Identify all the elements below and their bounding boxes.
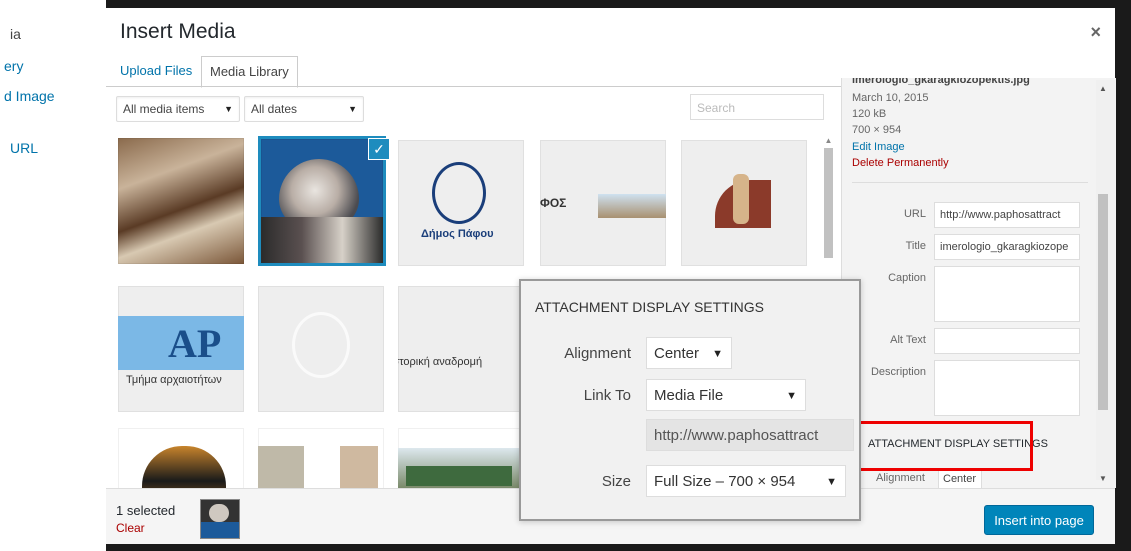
thumbnail-image	[258, 446, 304, 488]
admin-menu-item[interactable]: d Image	[4, 88, 55, 104]
admin-menu-item[interactable]: ery	[4, 58, 23, 74]
attachment-display-settings-popup: ATTACHMENT DISPLAY SETTINGS Alignment Ce…	[519, 279, 861, 521]
media-thumbnail-selected[interactable]	[258, 136, 386, 266]
media-thumbnail[interactable]	[258, 286, 384, 412]
logo-emblem: AP	[168, 321, 222, 366]
logo-emblem	[432, 162, 486, 224]
alignment-select[interactable]: Center ▼	[938, 468, 982, 488]
chevron-down-icon: ▼	[826, 476, 837, 488]
attachment-filename: imerologio_gkaragkiozopektis.jpg	[852, 78, 1030, 86]
edit-image-link[interactable]: Edit Image	[852, 141, 905, 153]
media-thumbnail[interactable]	[118, 428, 244, 488]
media-thumbnail[interactable]	[398, 428, 524, 488]
alignment-select-value: Center	[943, 473, 977, 485]
media-thumbnail[interactable]	[118, 138, 244, 264]
admin-menu-item[interactable]: URL	[10, 140, 38, 156]
admin-menu-background: ia ery d Image URL	[0, 0, 106, 551]
alignment-label: Alignment	[564, 345, 631, 362]
size-label: Size	[601, 473, 631, 490]
tab-media-library[interactable]: Media Library	[201, 56, 298, 88]
search-input[interactable]: Search	[690, 94, 824, 120]
thumbnail-image	[406, 466, 512, 486]
thumbnail-image	[142, 446, 226, 488]
chevron-down-icon: ▼	[712, 348, 723, 360]
admin-menu-item[interactable]: ia	[10, 26, 21, 42]
media-thumbnail[interactable]: ιστορική αναδρομή	[398, 286, 524, 412]
media-type-filter-label: All media items	[123, 102, 205, 116]
thumbnail-caption: ιστορική αναδρομή	[398, 356, 483, 368]
attachment-date: March 10, 2015	[852, 92, 929, 104]
title-label: Title	[905, 240, 926, 252]
description-field[interactable]	[934, 360, 1080, 416]
highlight-box	[855, 421, 1033, 471]
attachment-dimensions: 700 × 954	[852, 124, 902, 136]
url-field[interactable]: http://www.paphosattract	[934, 202, 1080, 228]
media-thumbnail[interactable]	[681, 140, 807, 266]
chevron-down-icon: ▼	[224, 104, 233, 114]
link-to-label: Link To	[583, 387, 631, 404]
media-thumbnail[interactable]: Δήμος Πάφου	[398, 140, 524, 266]
tab-upload-files[interactable]: Upload Files	[112, 56, 200, 86]
thumbnail-caption: Δήμος Πάφου	[421, 228, 494, 240]
sidebar-scrollbar-thumb[interactable]	[1098, 194, 1108, 410]
thumbnail-caption: Τμήμα αρχαιοτήτων	[126, 374, 222, 386]
thumbnail-image	[201, 522, 239, 538]
insert-into-page-button[interactable]: Insert into page	[984, 505, 1094, 535]
clear-selection-link[interactable]: Clear	[116, 521, 145, 535]
media-thumbnail[interactable]: ΦΟΣ	[540, 140, 666, 266]
selected-thumbnail[interactable]	[200, 499, 240, 539]
chevron-down-icon: ▼	[786, 390, 797, 402]
thumbnail-caption: ΦΟΣ	[540, 196, 567, 210]
url-label: URL	[903, 208, 926, 220]
media-thumbnail[interactable]: AP Τμήμα αρχαιοτήτων	[118, 286, 244, 412]
tab-divider	[106, 86, 841, 87]
scroll-down-icon[interactable]: ▼	[1096, 474, 1110, 483]
size-select[interactable]: Full Size – 700 × 954 ▼	[646, 465, 846, 497]
media-thumbnail[interactable]	[258, 428, 384, 488]
alignment-select[interactable]: Center ▼	[646, 337, 732, 369]
link-to-select-value: Media File	[654, 387, 724, 404]
title-field[interactable]: imerologio_gkaragkiozope	[934, 234, 1080, 260]
close-icon[interactable]: ×	[1090, 22, 1101, 43]
scroll-up-icon[interactable]: ▲	[1096, 84, 1110, 93]
thumbnail-image	[209, 504, 229, 522]
popup-title: ATTACHMENT DISPLAY SETTINGS	[535, 299, 764, 315]
modal-title: Insert Media	[120, 20, 236, 43]
thumbnail-image	[340, 446, 378, 488]
delete-permanently-link[interactable]: Delete Permanently	[852, 157, 949, 169]
caption-field[interactable]	[934, 266, 1080, 322]
media-type-filter[interactable]: All media items ▼	[116, 96, 240, 122]
thumbnail-image	[733, 174, 749, 224]
attachment-filesize: 120 kB	[852, 108, 887, 120]
alignment-label: Alignment	[876, 472, 925, 484]
scrollbar-thumb[interactable]	[824, 148, 833, 258]
alignment-select-value: Center	[654, 345, 700, 362]
link-to-select[interactable]: Media File ▼	[646, 379, 806, 411]
chevron-down-icon: ▼	[348, 104, 357, 114]
check-icon[interactable]: ✓	[368, 138, 390, 160]
link-url-field[interactable]: http://www.paphosattract	[646, 419, 854, 451]
size-select-value: Full Size – 700 × 954	[654, 473, 796, 490]
date-filter-label: All dates	[251, 102, 298, 116]
date-filter[interactable]: All dates ▼	[244, 96, 364, 122]
alt-text-field[interactable]	[934, 328, 1080, 354]
selection-count: 1 selected	[116, 503, 176, 518]
divider	[852, 182, 1088, 183]
logo-emblem	[292, 312, 350, 378]
thumbnail-image	[598, 194, 666, 218]
